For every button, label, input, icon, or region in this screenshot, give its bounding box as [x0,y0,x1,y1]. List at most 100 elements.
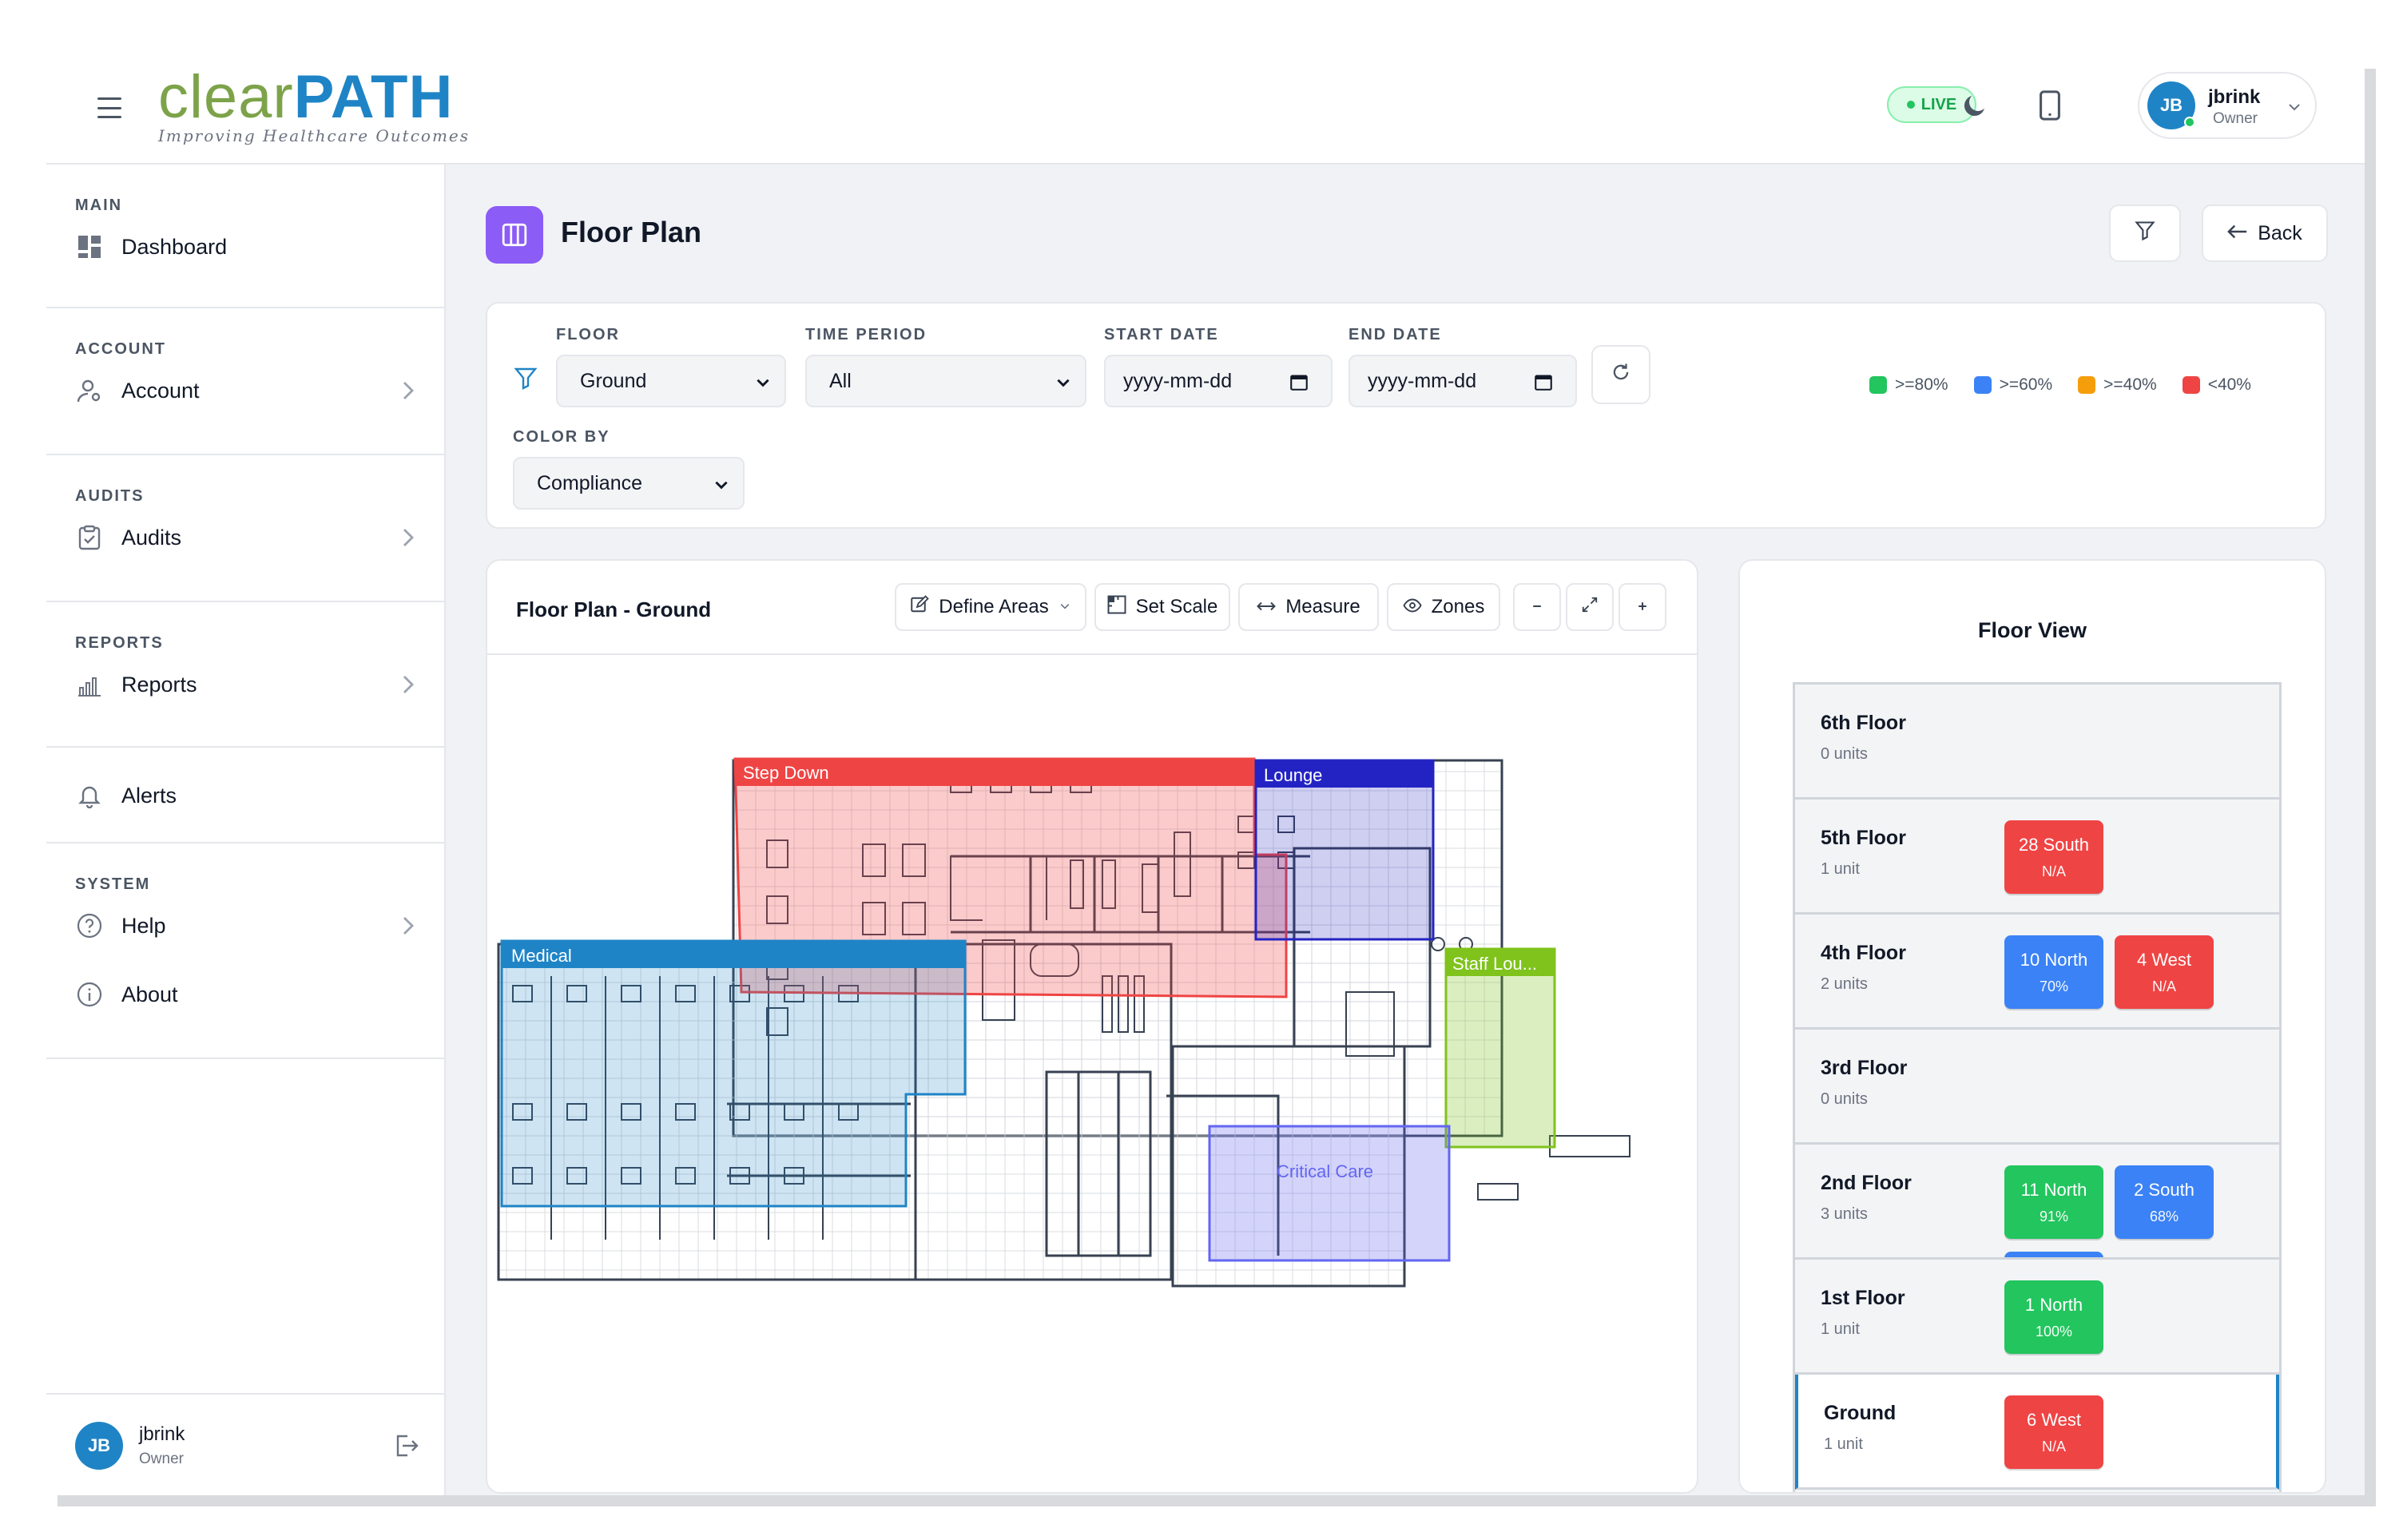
mobile-view-icon[interactable] [2032,88,2067,123]
refresh-button[interactable] [1591,345,1650,404]
floor-plan-drawing: Step Down Lounge Staff Lou... Medical Cr… [497,757,1630,1288]
time-period-label: TIME PERIOD [805,326,927,343]
sidebar-item-label: Help [121,913,166,938]
unit-compliance: 100% [2035,1324,2073,1340]
legend-item: >=40% [2078,375,2157,395]
dark-mode-icon[interactable] [1957,88,1992,123]
calendar-icon[interactable] [1534,372,1553,397]
chevron-down-icon [754,374,772,397]
unit-badge[interactable]: 11 North 91% [2004,1165,2103,1239]
sidebar-user-footer: JB jbrink Owner [46,1393,444,1495]
sidebar-item-account[interactable]: Account [75,365,444,416]
sidebar-section-audits: AUDITS Audits [46,455,444,602]
unit-name: 4 West [2136,950,2192,970]
sidebar-item-reports[interactable]: Reports [75,659,444,710]
calendar-icon[interactable] [1289,372,1309,397]
floor-name: 3rd Floor [1821,1057,1908,1079]
filter-panel: FLOOR Ground TIME PERIOD All START DATE … [486,302,2326,529]
zones-button[interactable]: Zones [1387,583,1500,631]
end-date-input[interactable]: yyyy-mm-dd [1348,355,1577,407]
sidebar-item-dashboard[interactable]: Dashboard [75,221,444,272]
online-status-icon [2184,117,2195,128]
floor-unit-count: 0 units [1821,745,1868,763]
compliance-legend: >=80% >=60% >=40% <40% [1869,375,2251,395]
logo-text-path: PATH [293,63,454,131]
user-role: Owner [139,1451,184,1467]
legend-item: >=60% [1973,375,2052,395]
sidebar-item-label: Reports [121,672,197,697]
chevron-down-icon [1059,596,1071,618]
zone-lounge[interactable]: Lounge [1254,759,1435,941]
floor-row-4th[interactable]: 4th Floor 2 units 10 North 70% 4 West N/A [1795,915,2279,1030]
section-title: ACCOUNT [75,340,166,358]
define-areas-button[interactable]: Define Areas [895,583,1086,631]
dashboard-icon [75,232,104,261]
floor-row-6th[interactable]: 6th Floor 0 units [1795,685,2279,800]
chevron-right-icon [399,675,415,700]
sidebar-item-audits[interactable]: Audits [75,512,444,563]
back-button[interactable]: Back [2202,204,2328,262]
sidebar-item-help[interactable]: Help [75,900,444,951]
unit-badge[interactable]: 4 West N/A [2115,935,2214,1009]
main-content: Floor Plan Back FLOOR Ground TIME PERIOD… [446,165,2365,1495]
floor-select[interactable]: Ground [556,355,786,407]
color-by-label: COLOR BY [513,428,610,446]
sidebar-item-alerts[interactable]: Alerts [75,770,444,821]
section-title: MAIN [75,196,123,214]
time-period-select[interactable]: All [805,355,1086,407]
floor-row-1st[interactable]: 1st Floor 1 unit 1 North 100% [1795,1260,2279,1375]
floor-list: 6th Floor 0 units 5th Floor 1 unit 28 So… [1793,682,2282,1492]
zoom-out-button[interactable] [1513,583,1561,631]
sidebar-item-label: Alerts [121,783,177,808]
start-date-input[interactable]: yyyy-mm-dd [1104,355,1333,407]
unit-badge[interactable]: 28 South N/A [2004,820,2103,894]
sidebar-item-label: About [121,982,178,1006]
arrow-left-icon [2227,222,2248,245]
logout-icon[interactable] [393,1433,419,1463]
sidebar-item-about[interactable]: About [75,969,444,1020]
filter-button[interactable] [2109,204,2181,262]
unit-badge[interactable]: 2 South 68% [2115,1165,2214,1239]
chevron-down-icon [713,476,730,499]
filter-icon [513,366,538,395]
zone-medical[interactable]: Medical [500,939,967,1208]
floor-plan-canvas[interactable]: Step Down Lounge Staff Lou... Medical Cr… [487,657,1697,1492]
color-by-select[interactable]: Compliance [513,457,745,510]
unit-badge[interactable]: 10 North 70% [2004,935,2103,1009]
section-title: REPORTS [75,634,164,652]
logo[interactable]: clearPATH Improving Healthcare Outcomes [158,67,470,146]
legend-item: <40% [2182,375,2251,395]
filter-icon [2134,220,2156,248]
menu-icon[interactable] [97,97,121,118]
unit-name: 10 North [2020,950,2088,970]
unit-badge[interactable]: 6 West N/A [2004,1395,2103,1469]
chevron-down-icon [1055,374,1072,397]
user-menu[interactable]: JB jbrink Owner [2138,72,2317,139]
measure-button[interactable]: Measure [1238,583,1379,631]
unit-compliance: N/A [2041,863,2066,879]
set-scale-button[interactable]: Set Scale [1094,583,1230,631]
floor-row-5th[interactable]: 5th Floor 1 unit 28 South N/A [1795,800,2279,915]
floor-plan-panel: Floor Plan - Ground Define Areas Set Sca… [486,559,1698,1494]
unit-compliance: 70% [2039,978,2069,994]
floor-label: FLOOR [556,326,620,343]
unit-badge-overflow[interactable] [2004,1252,2103,1257]
zone-staff-lounge[interactable]: Staff Lou... [1444,947,1556,1149]
fullscreen-button[interactable] [1566,583,1614,631]
unit-badge[interactable]: 1 North 100% [2004,1280,2103,1354]
zoom-in-button[interactable] [1619,583,1666,631]
floor-row-2nd[interactable]: 2nd Floor 3 units 11 North 91% 2 South 68% [1795,1145,2279,1260]
zone-critical-care[interactable]: Critical Care [1208,1125,1451,1262]
floor-row-ground[interactable]: Ground 1 unit 6 West N/A [1795,1375,2279,1490]
live-dot-icon [1906,101,1915,109]
legend-swatch [1869,376,1887,394]
unit-compliance: 91% [2039,1209,2069,1224]
floor-view-title: Floor View [1977,618,2087,642]
refresh-icon [1611,362,1631,388]
zone-label: Critical Care [1277,1161,1373,1181]
logo-text-clear: clear [158,63,294,131]
sidebar-item-label: Account [121,378,200,403]
floor-row-3rd[interactable]: 3rd Floor 0 units [1795,1030,2279,1145]
floor-name: 1st Floor [1821,1287,1905,1309]
app-window: clearPATH Improving Healthcare Outcomes … [46,58,2365,1495]
